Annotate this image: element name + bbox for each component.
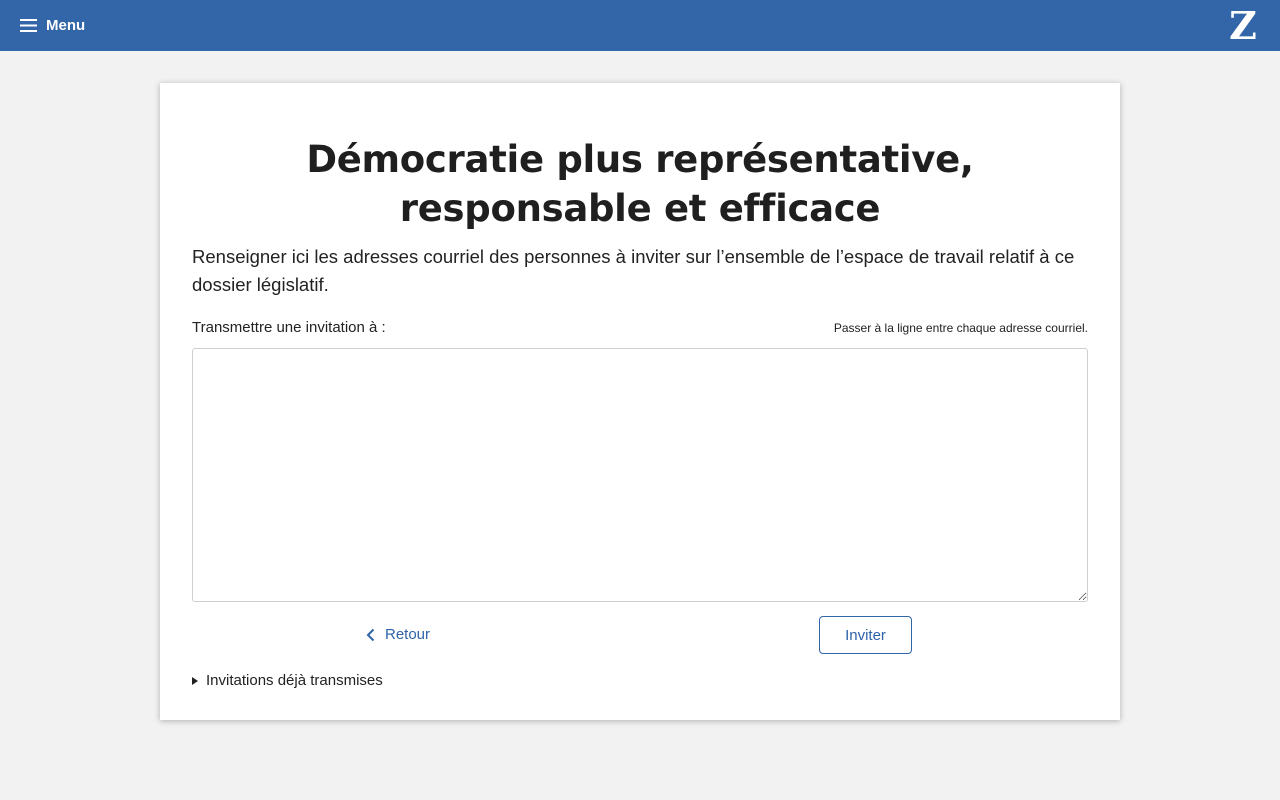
invitation-field-label: Transmettre une invitation à : bbox=[192, 319, 386, 336]
form-actions: Retour Inviter bbox=[192, 616, 1088, 656]
chevron-left-icon bbox=[366, 628, 375, 641]
hamburger-icon bbox=[20, 19, 37, 32]
invite-button[interactable]: Inviter bbox=[819, 616, 912, 654]
top-bar: Menu Z bbox=[0, 0, 1280, 51]
sent-invitations-toggle[interactable]: Invitations déjà transmises bbox=[192, 672, 1088, 689]
logo-letter: Z bbox=[1229, 2, 1257, 48]
field-header: Transmettre une invitation à : Passer à … bbox=[192, 319, 1088, 336]
invitation-field-hint: Passer à la ligne entre chaque adresse c… bbox=[833, 321, 1088, 335]
back-link[interactable]: Retour bbox=[366, 626, 430, 643]
page-description: Renseigner ici les adresses courriel des… bbox=[192, 246, 1075, 295]
menu-button[interactable]: Menu bbox=[20, 17, 85, 34]
back-label: Retour bbox=[385, 626, 431, 643]
sent-invitations-label: Invitations déjà transmises bbox=[206, 672, 383, 689]
invitation-card: Démocratie plus représentative, responsa… bbox=[160, 83, 1120, 720]
menu-label: Menu bbox=[46, 17, 86, 34]
triangle-right-icon bbox=[192, 676, 198, 685]
email-addresses-textarea[interactable] bbox=[192, 348, 1088, 602]
page-title: Démocratie plus représentative, responsa… bbox=[306, 138, 974, 230]
site-logo[interactable]: Z bbox=[1228, 2, 1258, 48]
